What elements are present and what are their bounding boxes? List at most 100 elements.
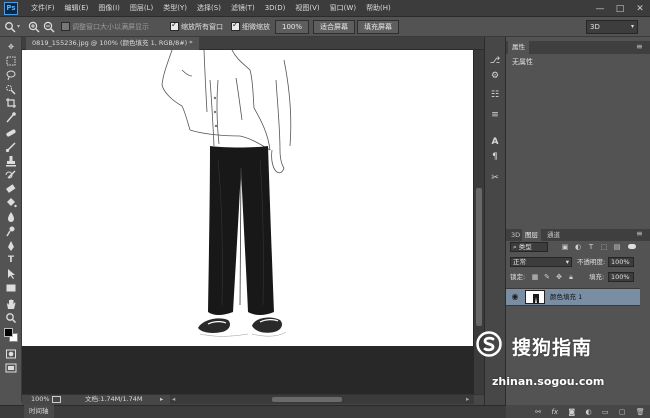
dodge-tool-icon[interactable] <box>4 225 18 237</box>
crop-tool-icon[interactable] <box>4 97 18 109</box>
move-tool-icon[interactable]: ✥ <box>4 41 18 53</box>
lock-all-icon[interactable]: 🔒︎ <box>567 273 575 281</box>
foreground-color-swatch[interactable] <box>4 328 13 337</box>
blend-mode-select[interactable]: 正常 ▾ <box>510 257 572 267</box>
layer-style-icon[interactable]: fx <box>551 408 558 416</box>
menu-filter[interactable]: 滤镜(T) <box>226 0 260 17</box>
panel-menu-icon[interactable]: ≡ <box>636 229 643 238</box>
type-tool-icon[interactable]: T <box>4 254 18 266</box>
menu-help[interactable]: 帮助(H) <box>361 0 396 17</box>
new-layer-icon[interactable]: ▢ <box>619 408 626 416</box>
menu-bar: Ps 文件(F) 编辑(E) 图像(I) 图层(L) 类型(Y) 选择(S) 滤… <box>0 0 650 17</box>
new-group-icon[interactable]: ▭ <box>602 408 609 416</box>
chevron-down-icon[interactable]: ▾ <box>17 23 20 30</box>
actual-pixels-button[interactable]: 100% <box>275 20 310 34</box>
adjustment-layer-icon[interactable]: ◐ <box>585 408 591 416</box>
delete-layer-icon[interactable]: 🗑︎ <box>636 408 645 416</box>
add-mask-icon[interactable]: ◙ <box>568 408 575 416</box>
status-menu-arrow-icon[interactable]: ▸ <box>160 394 163 405</box>
history-brush-tool-icon[interactable] <box>4 169 18 181</box>
screen-mode-icon[interactable] <box>4 362 18 374</box>
paint-bucket-tool-icon[interactable] <box>4 197 18 209</box>
fill-label: 填充: <box>589 273 605 281</box>
zoom-out-icon[interactable] <box>43 21 55 33</box>
marquee-tool-icon[interactable] <box>4 55 18 67</box>
eraser-tool-icon[interactable] <box>4 183 18 195</box>
tab-3d[interactable]: 3D <box>508 229 523 241</box>
layer-name[interactable]: 颜色填充 1 <box>550 291 582 303</box>
fill-screen-button[interactable]: 填充屏幕 <box>357 20 399 34</box>
layer-filter-select[interactable]: ⌕ 类型 <box>510 242 548 252</box>
adjustments-icon[interactable]: ☷ <box>489 89 501 101</box>
zoom-all-windows-label: 缩放所有窗口 <box>181 23 223 31</box>
properties-panel <box>506 54 650 226</box>
lasso-tool-icon[interactable] <box>4 69 18 81</box>
menu-edit[interactable]: 编辑(E) <box>60 0 94 17</box>
maximize-button[interactable]: □ <box>614 3 626 15</box>
filter-adjustment-icon[interactable]: ◐ <box>574 243 582 251</box>
opacity-input[interactable]: 100% <box>608 257 634 267</box>
zoom-tool-icon[interactable] <box>4 312 18 324</box>
blur-tool-icon[interactable] <box>4 211 18 223</box>
brush-tool-icon[interactable] <box>4 141 18 153</box>
tab-channels[interactable]: 通道 <box>544 229 563 241</box>
document-canvas[interactable] <box>22 50 473 346</box>
character-icon[interactable]: A <box>489 136 501 148</box>
scroll-left-icon[interactable]: ◂ <box>172 394 175 405</box>
minimize-button[interactable]: — <box>594 3 606 15</box>
vertical-scroll-thumb[interactable] <box>476 188 482 326</box>
fit-screen-button[interactable]: 适合屏幕 <box>313 20 355 34</box>
eyedropper-tool-icon[interactable] <box>4 111 18 123</box>
export-icon[interactable] <box>52 396 61 403</box>
styles-icon[interactable]: ≡ <box>489 109 501 121</box>
window-controls: — □ ✕ <box>594 0 646 17</box>
tab-layers[interactable]: 图层 <box>522 229 541 241</box>
path-selection-tool-icon[interactable] <box>4 268 18 280</box>
panel-menu-icon[interactable]: ≡ <box>636 42 643 51</box>
scrubby-zoom-label: 细微缩放 <box>242 23 270 31</box>
timeline-tab[interactable]: 时间轴 <box>24 405 54 418</box>
filter-shape-icon[interactable]: ⬚ <box>600 243 608 251</box>
menu-window[interactable]: 窗口(W) <box>325 0 361 17</box>
zoom-level[interactable]: 100% <box>31 394 50 405</box>
menu-layer[interactable]: 图层(L) <box>125 0 158 17</box>
actions-icon[interactable]: ⚙ <box>489 70 501 82</box>
filter-smart-object-icon[interactable]: ▤ <box>613 243 621 251</box>
quick-selection-tool-icon[interactable] <box>4 83 18 95</box>
clone-stamp-tool-icon[interactable] <box>4 155 18 167</box>
scroll-right-icon[interactable]: ▸ <box>466 394 469 405</box>
lock-transparent-icon[interactable]: ▦ <box>531 273 539 281</box>
paragraph-icon[interactable]: ¶ <box>489 151 501 163</box>
hand-tool-icon[interactable] <box>4 298 18 310</box>
close-button[interactable]: ✕ <box>634 3 646 15</box>
link-layers-icon[interactable]: ⚯ <box>535 408 541 416</box>
lock-position-icon[interactable]: ✥ <box>555 273 563 281</box>
menu-type[interactable]: 类型(Y) <box>158 0 192 17</box>
filter-pixel-icon[interactable]: ▣ <box>561 243 569 251</box>
properties-tab[interactable]: 属性 <box>508 41 529 54</box>
rectangle-tool-icon[interactable] <box>4 282 18 294</box>
pen-tool-icon[interactable] <box>4 240 18 252</box>
tool-presets-icon[interactable]: ✂ <box>489 172 501 184</box>
menu-select[interactable]: 选择(S) <box>192 0 226 17</box>
resize-windows-checkbox[interactable] <box>61 22 70 31</box>
eye-icon[interactable]: ◉ <box>510 292 520 302</box>
zoom-in-icon[interactable] <box>28 21 40 33</box>
workspace-select[interactable]: 3D ▾ <box>586 20 638 34</box>
quick-mask-icon[interactable] <box>4 348 18 360</box>
menu-image[interactable]: 图像(I) <box>93 0 125 17</box>
menu-file[interactable]: 文件(F) <box>26 0 60 17</box>
filter-toggle[interactable] <box>628 244 636 249</box>
filter-type-icon[interactable]: T <box>587 243 595 251</box>
zoom-tool-icon[interactable] <box>4 21 16 33</box>
zoom-all-windows-checkbox[interactable] <box>170 20 179 31</box>
history-icon[interactable]: ⎇ <box>489 55 501 67</box>
menu-view[interactable]: 视图(V) <box>290 0 324 17</box>
horizontal-scroll-thumb[interactable] <box>272 397 342 402</box>
document-tab[interactable]: 0819_155236.jpg @ 100% (颜色填充 1, RGB/8#) … <box>26 37 199 50</box>
healing-brush-tool-icon[interactable] <box>4 127 18 139</box>
scrubby-zoom-checkbox[interactable] <box>231 20 240 31</box>
menu-3d[interactable]: 3D(D) <box>260 0 291 17</box>
fill-input[interactable]: 100% <box>608 272 634 282</box>
lock-pixels-icon[interactable]: ✎ <box>543 273 551 281</box>
